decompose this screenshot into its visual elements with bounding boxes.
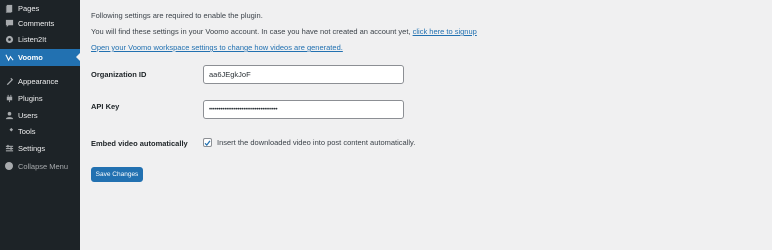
pages-icon [4,3,14,13]
settings-content: Following settings are required to enabl… [80,0,772,250]
sidebar-item-tools[interactable]: Tools [0,123,80,139]
sidebar-item-label: Users [18,110,38,120]
api-key-label: API Key [91,102,120,111]
sidebar-item-comments[interactable]: Comments [0,15,80,31]
organization-id-input[interactable]: aa6JEgkJoF [203,65,404,84]
settings-icon [4,143,14,153]
tools-icon [4,126,14,136]
sidebar-item-label: Comments [18,18,55,28]
sidebar-item-label: Appearance [18,76,59,86]
sidebar-item-appearance[interactable]: Appearance [0,73,80,89]
sidebar-item-plugins[interactable]: Plugins [0,90,80,106]
collapse-icon [4,161,14,171]
checkmark-icon [204,140,211,146]
sidebar-item-voomo[interactable]: Voomo [0,49,80,66]
wp-admin-screen: Pages Comments Listen2It Voomo Appearanc… [0,0,772,250]
sidebar-collapse-menu[interactable]: Collapse Menu [0,158,80,174]
comments-icon [4,18,14,28]
embed-video-checkbox[interactable] [203,138,212,147]
info-text-body: You will find these settings in your Voo… [91,27,411,36]
sidebar-item-label: Pages [18,3,40,13]
sidebar-item-label: Settings [18,143,46,153]
embed-video-checkbox-label: Insert the downloaded video into post co… [217,138,416,147]
sidebar-item-label: Voomo [18,53,43,62]
signup-link[interactable]: click here to signup [413,27,477,36]
voomo-icon [4,53,14,63]
save-changes-button[interactable]: Save Changes [91,167,143,182]
workspace-settings-link[interactable]: Open your Voomo workspace settings to ch… [91,43,343,52]
users-icon [4,110,14,120]
embed-video-label: Embed video automatically [91,139,188,148]
listen2it-icon [4,34,14,44]
admin-sidebar: Pages Comments Listen2It Voomo Appearanc… [0,0,80,250]
sidebar-item-label: Listen2It [18,34,47,44]
api-key-input[interactable]: •••••••••••••••••••••••••••••••••••• [203,100,404,119]
sidebar-item-settings[interactable]: Settings [0,140,80,156]
sidebar-item-label: Plugins [18,93,43,103]
sidebar-item-pages[interactable]: Pages [0,0,80,16]
sidebar-item-label: Collapse Menu [18,161,69,171]
sidebar-item-users[interactable]: Users [0,107,80,123]
intro-text: Following settings are required to enabl… [91,11,263,20]
plugins-icon [4,93,14,103]
sidebar-item-label: Tools [18,126,36,136]
info-text: You will find these settings in your Voo… [91,27,477,36]
organization-id-label: Organization ID [91,70,147,79]
sidebar-item-listen2it[interactable]: Listen2It [0,31,80,47]
appearance-icon [4,76,14,86]
